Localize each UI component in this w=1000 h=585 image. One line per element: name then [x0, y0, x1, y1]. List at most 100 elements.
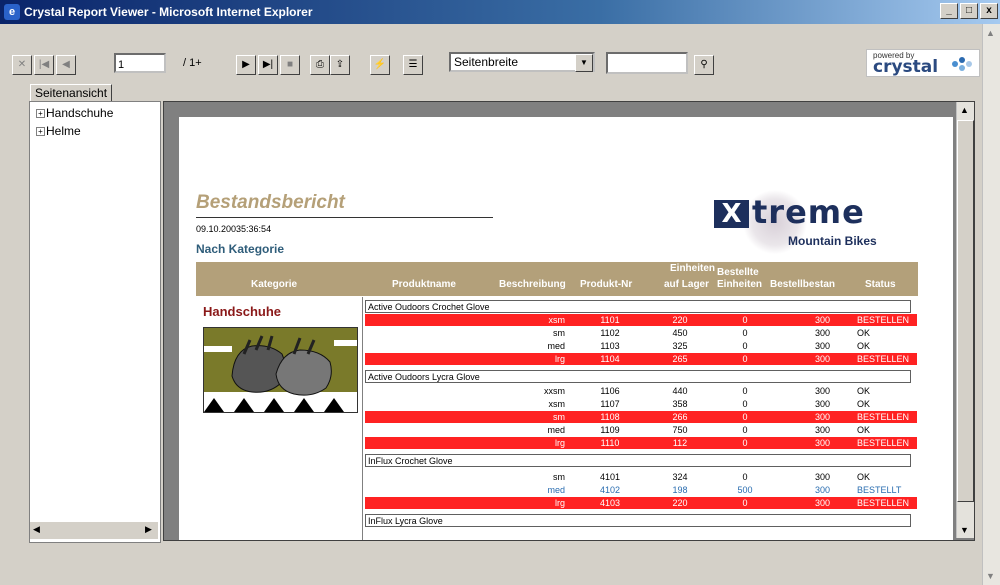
cell-nr: 1106: [600, 386, 620, 396]
table-row: lrg 4103 220 0 300 BESTELLEN: [365, 497, 917, 509]
table-header: Kategorie Produktname Beschreibung Produ…: [196, 262, 918, 296]
expand-icon[interactable]: +: [36, 127, 45, 136]
product-name: InFlux Crochet Glove: [365, 454, 911, 467]
table-row: lrg 1104 265 0 300 BESTELLEN: [365, 353, 917, 365]
group-tree-item-helme[interactable]: + Helme: [36, 124, 81, 138]
cell-nr: 1101: [600, 315, 620, 325]
cell-desc: sm: [553, 328, 565, 338]
cell-bestd: 300: [814, 399, 830, 409]
cell-best: 0: [742, 315, 748, 325]
table-row: med 1103 325 0 300 OK: [365, 340, 917, 352]
search-icon[interactable]: ⚲: [694, 55, 714, 75]
tab-seitenansicht[interactable]: Seitenansicht: [30, 84, 113, 102]
logo-x: X: [714, 200, 749, 228]
report-area: Bestandsbericht 09.10.20035:36:54 Nach K…: [163, 101, 975, 541]
product-name: InFlux Lycra Glove: [365, 514, 911, 527]
close-view-button[interactable]: ✕: [12, 55, 32, 75]
header-bestellte-2: Einheiten: [717, 279, 763, 290]
refresh-icon[interactable]: ⚡: [370, 55, 390, 75]
cell-bestd: 300: [814, 412, 830, 422]
next-page-button[interactable]: ▶: [236, 55, 256, 75]
cell-desc: med: [547, 425, 565, 435]
minimize-button[interactable]: _: [940, 3, 958, 19]
cell-lager: 324: [672, 472, 688, 482]
maximize-button[interactable]: □: [960, 3, 978, 19]
cell-bestd: 300: [814, 425, 830, 435]
close-button[interactable]: x: [980, 3, 998, 19]
cell-nr: 1107: [600, 399, 620, 409]
chevron-down-icon[interactable]: ▼: [575, 54, 593, 72]
cell-status: OK: [857, 472, 871, 482]
header-bestellbestand: Bestellbestan: [770, 279, 836, 290]
cell-bestd: 300: [814, 315, 830, 325]
cell-lager: 750: [672, 425, 688, 435]
page-number-input[interactable]: 1: [114, 53, 166, 73]
scroll-thumb[interactable]: [957, 120, 974, 502]
scroll-right-icon[interactable]: ▶: [145, 524, 152, 535]
cell-desc: xxsm: [544, 386, 565, 396]
scroll-up-icon[interactable]: ▲: [986, 28, 995, 38]
window-scrollbar[interactable]: ▲ ▼: [982, 24, 1000, 585]
cell-bestd: 300: [814, 438, 830, 448]
last-page-button[interactable]: ▶|: [258, 55, 278, 75]
scroll-up-icon[interactable]: ▲: [960, 105, 969, 115]
cell-status: BESTELLEN: [857, 438, 910, 448]
cell-bestd: 300: [814, 472, 830, 482]
report-vscroll[interactable]: ▲ ▼: [956, 102, 974, 538]
cell-desc: xsm: [548, 315, 566, 325]
cell-bestd: 300: [814, 485, 830, 495]
first-page-button[interactable]: |◀: [34, 55, 54, 75]
cell-nr: 4102: [599, 485, 621, 495]
print-icon[interactable]: ⎙: [310, 55, 330, 75]
product-name: Active Oudoors Crochet Glove: [365, 300, 911, 313]
status-bar: [8, 543, 980, 567]
cell-status: BESTELLEN: [857, 498, 910, 508]
cell-desc: xsm: [548, 399, 566, 409]
header-bestellte-1: Bestellte: [717, 267, 759, 278]
group-tree-item-handschuhe[interactable]: + Handschuhe: [36, 106, 113, 120]
group-tree-hscroll[interactable]: ◀ ▶: [30, 521, 158, 539]
cell-lager: 198: [672, 485, 688, 495]
zoom-select[interactable]: Seitenbreite ▼: [449, 52, 595, 72]
cell-lager: 265: [672, 354, 688, 364]
search-input[interactable]: [606, 52, 688, 74]
cell-desc: lrg: [554, 354, 565, 364]
report-page: Bestandsbericht 09.10.20035:36:54 Nach K…: [179, 117, 953, 540]
xtreme-logo: X treme Mountain Bikes: [714, 190, 928, 254]
stop-button[interactable]: ■: [280, 55, 300, 75]
scroll-down-icon[interactable]: ▼: [986, 571, 995, 581]
ie-icon: e: [4, 4, 20, 20]
export-icon[interactable]: ⇪: [330, 55, 350, 75]
cell-lager: 325: [672, 341, 688, 351]
window-title: Crystal Report Viewer - Microsoft Intern…: [24, 5, 313, 19]
cell-nr: 1108: [600, 412, 620, 422]
table-row: sm 4101 324 0 300 OK: [365, 471, 917, 483]
logo-treme: treme: [752, 193, 865, 231]
header-produkt-nr: Produkt-Nr: [580, 279, 633, 290]
cell-nr: 4101: [599, 472, 621, 482]
scroll-down-icon[interactable]: ▼: [960, 525, 969, 535]
cell-nr: 1109: [600, 425, 620, 435]
cell-nr: 4103: [599, 498, 621, 508]
cell-status: BESTELLEN: [857, 354, 910, 364]
cell-best: 0: [742, 425, 748, 435]
group-tree-toggle-icon[interactable]: ☰: [403, 55, 423, 75]
table-row: sm 1102 450 0 300 OK: [365, 327, 917, 339]
cell-best: 0: [742, 438, 748, 448]
report-subtitle: Nach Kategorie: [196, 242, 285, 256]
expand-icon[interactable]: +: [36, 109, 45, 118]
table-row: xxsm 1106 440 0 300 OK: [365, 385, 917, 397]
cell-lager: 450: [672, 328, 688, 338]
cell-desc: sm: [553, 472, 565, 482]
crystal-dots-icon: [952, 57, 972, 71]
table-row: med 4102 198 500 300 BESTELLT: [365, 484, 917, 496]
cell-bestd: 300: [814, 328, 830, 338]
scroll-left-icon[interactable]: ◀: [33, 524, 40, 535]
cell-lager: 266: [672, 412, 688, 422]
cell-status: OK: [857, 425, 871, 435]
table-row: xsm 1107 358 0 300 OK: [365, 398, 917, 410]
cell-lager: 112: [672, 438, 688, 448]
cell-best: 0: [742, 412, 748, 422]
cell-best: 0: [742, 386, 748, 396]
prev-page-button[interactable]: ◀: [56, 55, 76, 75]
